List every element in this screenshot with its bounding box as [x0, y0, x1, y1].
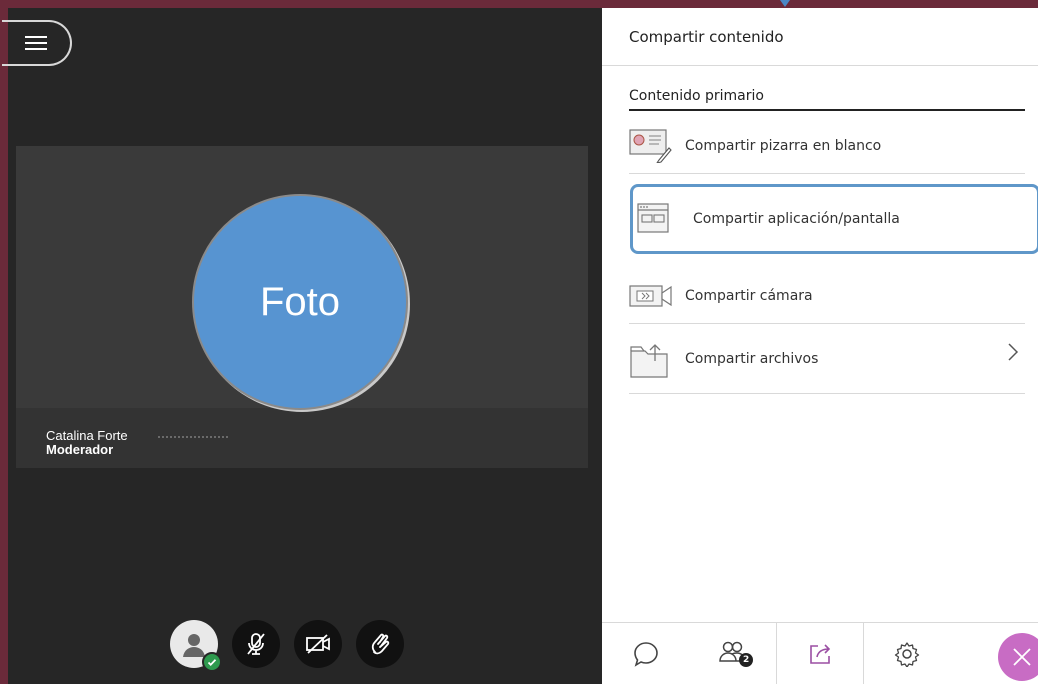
share-content-icon	[810, 644, 831, 664]
raise-hand-button[interactable]	[356, 620, 404, 668]
microphone-toggle-button[interactable]	[232, 620, 280, 668]
chevron-right-icon	[1008, 343, 1019, 361]
screen-share-icon	[637, 197, 683, 241]
tab-chat[interactable]	[602, 623, 689, 684]
share-application-screen-option[interactable]: Compartir aplicación/pantalla	[630, 184, 1038, 254]
gear-icon	[895, 642, 920, 667]
attendee-count-badge: 2	[739, 653, 754, 667]
folder-upload-icon	[629, 337, 675, 381]
share-content-panel: Compartir contenido Contenido primario C…	[602, 8, 1038, 684]
panel-pointer-arrow	[780, 0, 790, 7]
session-controls	[170, 620, 404, 672]
raise-hand-icon	[371, 633, 390, 655]
close-icon	[1013, 648, 1031, 666]
share-application-screen-label: Compartir aplicación/pantalla	[693, 211, 900, 227]
tab-settings[interactable]	[864, 623, 951, 684]
share-files-label: Compartir archivos	[685, 350, 819, 367]
close-panel-button[interactable]	[998, 633, 1038, 681]
tab-attendees[interactable]: 2	[689, 623, 776, 684]
microphone-muted-icon	[247, 633, 265, 655]
participant-name: Catalina Forte	[46, 428, 128, 443]
share-whiteboard-label: Compartir pizarra en blanco	[685, 137, 882, 154]
share-whiteboard-option[interactable]: Compartir pizarra en blanco	[629, 118, 1025, 174]
tab-share-content[interactable]	[776, 623, 864, 684]
photo-label: Foto	[259, 279, 341, 324]
main-menu-button[interactable]	[2, 20, 72, 66]
camera-toggle-button[interactable]	[294, 620, 342, 668]
chat-icon	[633, 642, 658, 667]
camera-off-icon	[306, 634, 330, 654]
section-title-primary-content: Contenido primario	[629, 88, 1025, 111]
participant-photo-placeholder: Foto	[192, 194, 408, 410]
share-files-option[interactable]: Compartir archivos	[629, 324, 1025, 394]
panel-tab-bar: 2	[602, 622, 1038, 684]
panel-title: Compartir contenido	[602, 8, 1038, 66]
whiteboard-icon	[629, 124, 675, 168]
share-camera-label: Compartir cámara	[685, 287, 813, 304]
my-status-button[interactable]	[170, 620, 222, 672]
camera-share-icon	[629, 274, 675, 318]
share-camera-option[interactable]: Compartir cámara	[629, 268, 1025, 324]
tab-close-area	[951, 623, 1038, 684]
video-stage: Foto Catalina Forte Moderador	[2, 8, 602, 684]
online-status-icon	[202, 652, 222, 672]
participant-role: Moderador	[46, 442, 114, 457]
name-overlay-residue	[158, 430, 228, 438]
hamburger-icon	[25, 36, 47, 50]
